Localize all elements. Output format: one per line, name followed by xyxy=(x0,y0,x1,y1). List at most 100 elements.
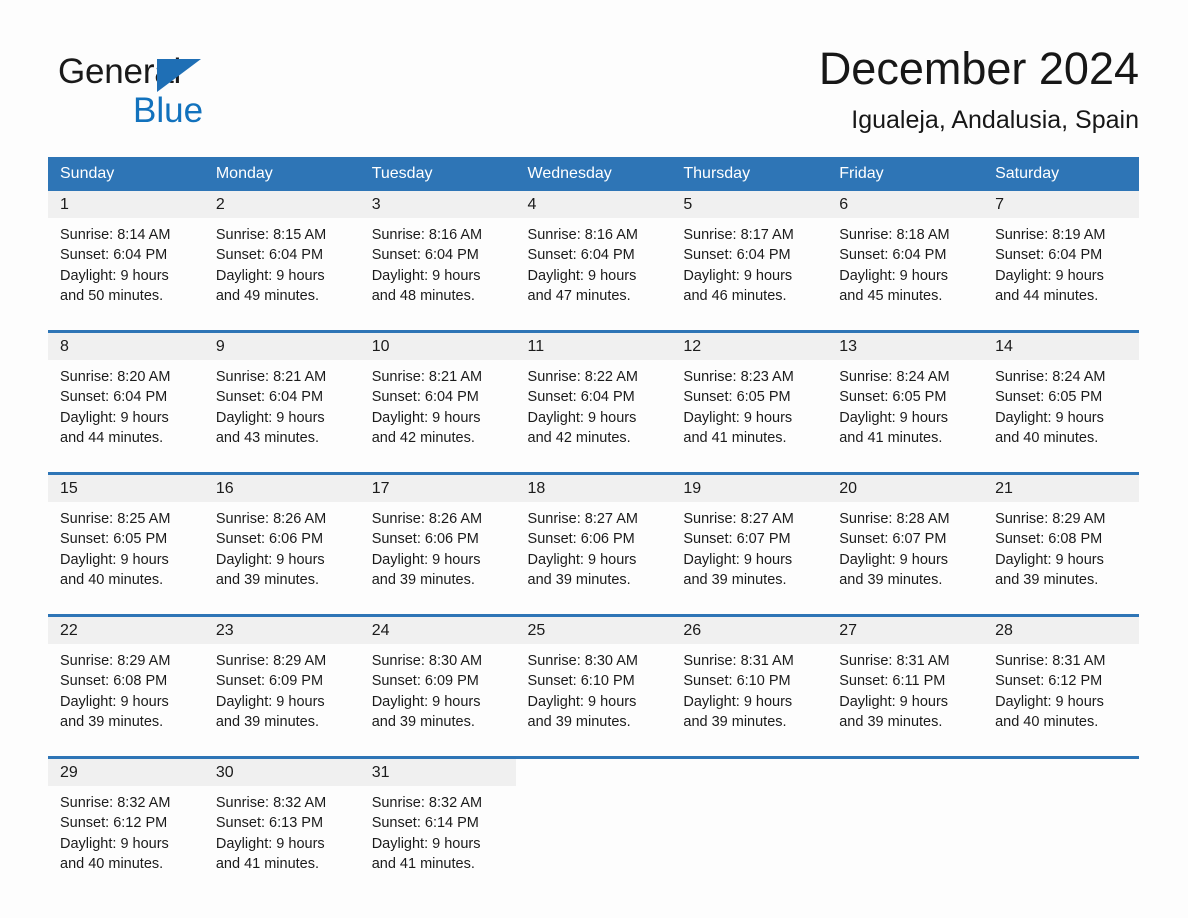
day-daylight-text: Daylight: 9 hours xyxy=(215,835,325,852)
day-number-cell[interactable]: 8 xyxy=(48,333,204,360)
day-detail-cell: Sunrise: 8:27 AM Sunset: 6:07 PM Daylight:… xyxy=(671,502,828,603)
day-daylight-text: and 39 minutes. xyxy=(683,571,787,588)
weekday-header-friday: Friday xyxy=(827,157,984,191)
day-number-cell[interactable]: 3 xyxy=(359,191,516,218)
day-number-cell[interactable]: 28 xyxy=(983,617,1139,644)
day-sunrise-text: Sunrise: 8:16 AM xyxy=(527,227,638,243)
day-daylight-text: Daylight: 9 hours xyxy=(683,267,793,284)
day-daylight-text: and 50 minutes. xyxy=(60,287,164,304)
day-sunrise-text: Sunrise: 8:32 AM xyxy=(215,795,327,811)
brand-logo[interactable]: General Blue xyxy=(58,50,318,136)
day-daylight-text: Daylight: 9 hours xyxy=(683,551,793,568)
day-detail-cell: Sunrise: 8:31 AM Sunset: 6:12 PM Daylight:… xyxy=(983,644,1139,745)
day-daylight-text: Daylight: 9 hours xyxy=(527,267,637,284)
day-number-cell[interactable]: 13 xyxy=(827,333,984,360)
day-daylight-text: and 39 minutes. xyxy=(215,571,320,588)
day-number-cell[interactable]: 12 xyxy=(671,333,828,360)
day-daylight-text: and 39 minutes. xyxy=(527,571,631,588)
day-number-cell[interactable]: 31 xyxy=(359,759,516,786)
day-number-cell[interactable]: 5 xyxy=(671,191,828,218)
day-detail-cell: Sunrise: 8:18 AM Sunset: 6:04 PM Daylight:… xyxy=(827,218,984,319)
calendar-page: General Blue December 2024 Igualeja, And… xyxy=(0,0,1188,918)
day-number-cell[interactable]: 23 xyxy=(203,617,360,644)
calendar-body: 1 2 3 4 5 6 7 Sunrise: 8:14 AM Sunset: 6:04 PM Da… xyxy=(48,191,1139,887)
day-detail-cell: Sunrise: 8:14 AM Sunset: 6:04 PM Daylight:… xyxy=(48,218,204,319)
day-sunrise-text: Sunrise: 8:19 AM xyxy=(995,227,1106,243)
day-sunset-text: Sunset: 6:10 PM xyxy=(683,673,791,690)
week-detail-row: Sunrise: 8:32 AM Sunset: 6:12 PM Daylight:… xyxy=(48,786,1139,887)
day-number-cell[interactable]: 17 xyxy=(359,475,516,502)
day-daylight-text: Daylight: 9 hours xyxy=(60,551,169,568)
day-number-cell[interactable]: 1 xyxy=(48,191,204,218)
day-number-cell[interactable]: 16 xyxy=(203,475,360,502)
weekday-header-tuesday: Tuesday xyxy=(359,157,516,191)
day-daylight-text: Daylight: 9 hours xyxy=(60,409,169,426)
day-number-cell[interactable]: 29 xyxy=(48,759,204,786)
day-detail-cell: Sunrise: 8:15 AM Sunset: 6:04 PM Daylight:… xyxy=(203,218,360,319)
day-sunrise-text: Sunrise: 8:14 AM xyxy=(60,227,171,243)
day-number-empty xyxy=(671,759,828,786)
day-sunrise-text: Sunrise: 8:31 AM xyxy=(995,653,1106,669)
calendar-table: Sunday Monday Tuesday Wednesday Thursday Frid… xyxy=(48,157,1139,887)
day-daylight-text: Daylight: 9 hours xyxy=(527,693,637,710)
day-number-cell[interactable]: 22 xyxy=(48,617,204,644)
day-detail-cell: Sunrise: 8:26 AM Sunset: 6:06 PM Daylight:… xyxy=(203,502,360,603)
day-sunset-text: Sunset: 6:11 PM xyxy=(839,673,946,690)
day-number-cell[interactable]: 30 xyxy=(203,759,360,786)
day-number-cell[interactable]: 21 xyxy=(983,475,1139,502)
day-number-cell[interactable]: 18 xyxy=(515,475,672,502)
day-sunset-text: Sunset: 6:08 PM xyxy=(60,673,168,690)
day-daylight-text: and 40 minutes. xyxy=(60,571,164,588)
day-sunset-text: Sunset: 6:13 PM xyxy=(215,815,324,832)
week-gap-cell xyxy=(48,745,1139,756)
day-number-cell[interactable]: 24 xyxy=(359,617,516,644)
day-daylight-text: and 47 minutes. xyxy=(527,287,631,304)
day-sunset-text: Sunset: 6:09 PM xyxy=(215,673,324,690)
day-detail-empty xyxy=(671,786,828,887)
day-daylight-text: and 39 minutes. xyxy=(995,571,1099,588)
day-number-cell[interactable]: 9 xyxy=(203,333,360,360)
day-sunset-text: Sunset: 6:07 PM xyxy=(839,531,947,548)
day-daylight-text: and 39 minutes. xyxy=(839,713,943,730)
day-sunrise-text: Sunrise: 8:24 AM xyxy=(995,369,1106,385)
day-detail-cell: Sunrise: 8:28 AM Sunset: 6:07 PM Daylight:… xyxy=(827,502,984,603)
day-detail-cell: Sunrise: 8:30 AM Sunset: 6:09 PM Daylight:… xyxy=(359,644,516,745)
day-daylight-text: Daylight: 9 hours xyxy=(995,267,1104,284)
day-sunrise-text: Sunrise: 8:24 AM xyxy=(839,369,950,385)
day-number-cell[interactable]: 10 xyxy=(359,333,516,360)
day-daylight-text: Daylight: 9 hours xyxy=(60,267,169,284)
day-daylight-text: Daylight: 9 hours xyxy=(371,409,481,426)
day-sunset-text: Sunset: 6:05 PM xyxy=(683,389,791,406)
day-daylight-text: and 39 minutes. xyxy=(60,713,164,730)
day-sunset-text: Sunset: 6:05 PM xyxy=(995,389,1103,406)
day-detail-cell: Sunrise: 8:24 AM Sunset: 6:05 PM Daylight:… xyxy=(827,360,984,461)
day-number-cell[interactable]: 7 xyxy=(983,191,1139,218)
day-daylight-text: and 43 minutes. xyxy=(215,429,320,446)
day-number-cell[interactable]: 15 xyxy=(48,475,204,502)
day-number-cell[interactable]: 2 xyxy=(203,191,360,218)
day-daylight-text: and 39 minutes. xyxy=(683,713,787,730)
day-daylight-text: Daylight: 9 hours xyxy=(371,835,481,852)
day-number-cell[interactable]: 11 xyxy=(515,333,672,360)
day-daylight-text: Daylight: 9 hours xyxy=(371,551,481,568)
week-daynumber-row: 22 23 24 25 26 27 28 xyxy=(48,617,1139,644)
day-daylight-text: Daylight: 9 hours xyxy=(839,551,949,568)
week-daynumber-row: 15 16 17 18 19 20 21 xyxy=(48,475,1139,502)
day-number-cell[interactable]: 14 xyxy=(983,333,1139,360)
day-sunset-text: Sunset: 6:04 PM xyxy=(527,389,635,406)
day-number-cell[interactable]: 4 xyxy=(515,191,672,218)
day-number-cell[interactable]: 6 xyxy=(827,191,984,218)
day-number-cell[interactable]: 27 xyxy=(827,617,984,644)
day-daylight-text: and 44 minutes. xyxy=(60,429,164,446)
page-title: December 2024 xyxy=(818,43,1139,94)
day-number-cell[interactable]: 19 xyxy=(671,475,828,502)
day-sunrise-text: Sunrise: 8:30 AM xyxy=(527,653,638,669)
title-block: December 2024 Igualeja, Andalusia, Spain xyxy=(439,40,1139,136)
day-sunset-text: Sunset: 6:04 PM xyxy=(995,247,1103,264)
day-sunset-text: Sunset: 6:05 PM xyxy=(60,531,168,548)
day-number-cell[interactable]: 25 xyxy=(515,617,672,644)
week-detail-row: Sunrise: 8:25 AM Sunset: 6:05 PM Daylight:… xyxy=(48,502,1139,603)
day-daylight-text: and 48 minutes. xyxy=(371,287,475,304)
day-number-cell[interactable]: 26 xyxy=(671,617,828,644)
day-number-cell[interactable]: 20 xyxy=(827,475,984,502)
